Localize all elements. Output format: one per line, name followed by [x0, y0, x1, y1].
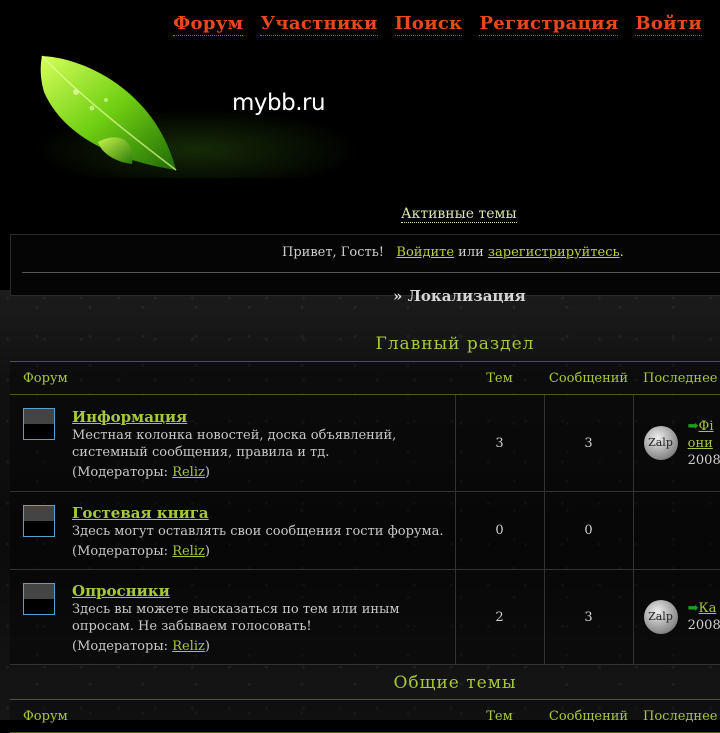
- avatar[interactable]: Zalp: [643, 600, 678, 634]
- moderator-link[interactable]: Reliz: [172, 544, 205, 559]
- forum-status-icon: [23, 505, 55, 537]
- nav-register[interactable]: Регистрация: [479, 13, 619, 36]
- login-link[interactable]: Войдите: [396, 245, 454, 260]
- last-post-date: 2008: [687, 618, 720, 633]
- nav-members[interactable]: Участники: [260, 13, 378, 36]
- topics-count: 2: [454, 569, 544, 665]
- forum-cell: Гостевая книга Здесь могут оставлять сво…: [10, 491, 455, 570]
- forum-link[interactable]: Гостевая книга: [72, 504, 209, 522]
- forum-link[interactable]: Опросники: [72, 582, 170, 600]
- col-forum: Форум: [10, 699, 455, 733]
- col-posts: Сообщений: [544, 361, 633, 395]
- category-title-general: Общие темы: [10, 673, 720, 693]
- last-post-cell: [632, 491, 720, 570]
- posts-count: 3: [543, 394, 633, 492]
- forum-link[interactable]: Информация: [72, 408, 187, 426]
- last-post-cell: Zalp ➡Ка 2008: [632, 569, 720, 665]
- nav-search[interactable]: Поиск: [394, 13, 463, 36]
- col-posts: Сообщений: [544, 699, 633, 733]
- top-navigation: Форум Участники Поиск Регистрация Войти: [173, 13, 702, 36]
- topics-count: 0: [454, 491, 544, 570]
- nav-forum[interactable]: Форум: [173, 13, 244, 36]
- site-logo[interactable]: mybb.ru: [22, 48, 362, 178]
- forum-moderators: (Модераторы: Reliz): [72, 465, 447, 480]
- register-link[interactable]: зарегистрируйтесь: [488, 245, 620, 260]
- leaf-icon: [40, 55, 177, 171]
- moderators-label: (Модераторы:: [72, 465, 173, 480]
- forum-status-icon: [23, 408, 55, 440]
- greeting-text: Привет, Гость!: [282, 245, 385, 260]
- forum-description: Здесь могут оставлять свои сообщения гос…: [72, 524, 444, 539]
- forum-description: Местная колонка новостей, доска объявлен…: [72, 428, 397, 460]
- col-forum: Форум: [10, 361, 455, 395]
- last-post-link[interactable]: Фі: [699, 419, 714, 434]
- col-topics: Тем: [455, 699, 544, 733]
- greeting-or: или: [458, 245, 484, 260]
- greeting-panel: [10, 234, 720, 296]
- forum-status-icon: [23, 583, 55, 615]
- localization-link[interactable]: » Локализация: [393, 287, 526, 305]
- forum-moderators: (Модераторы: Reliz): [72, 639, 447, 654]
- last-post-link[interactable]: Ка: [699, 601, 717, 616]
- active-topics-link[interactable]: Активные темы: [401, 206, 517, 223]
- posts-count: 0: [543, 491, 633, 570]
- table-row: Информация Местная колонка новостей, дос…: [10, 394, 720, 492]
- logo-text: mybb.ru: [232, 90, 326, 116]
- last-post-info: ➡Ка 2008: [688, 600, 720, 634]
- posts-count: 3: [543, 569, 633, 665]
- go-arrow-icon[interactable]: ➡: [688, 419, 699, 434]
- col-last: Последнее: [633, 361, 720, 395]
- forum-table-main: Форум Тем Сообщений Последнее Информация…: [10, 361, 720, 665]
- last-post-info: ➡Фі они 2008: [688, 418, 720, 469]
- table-row: Гостевая книга Здесь могут оставлять сво…: [10, 491, 720, 570]
- forum-moderators: (Модераторы: Reliz): [72, 544, 447, 559]
- forum-description: Здесь вы можете высказаться по тем или и…: [72, 602, 400, 634]
- forum-cell: Информация Местная колонка новостей, дос…: [10, 394, 455, 492]
- avatar[interactable]: Zalp: [643, 426, 678, 460]
- forum-table-general: Форум Тем Сообщений Последнее: [10, 699, 720, 733]
- greeting-line: Привет, Гость! Войдите или зарегистрируй…: [282, 245, 624, 260]
- table-row: Опросники Здесь вы можете высказаться по…: [10, 569, 720, 665]
- topics-count: 3: [454, 394, 544, 492]
- go-arrow-icon[interactable]: ➡: [688, 601, 699, 616]
- divider: [22, 272, 720, 273]
- category-title-text: Общие темы: [393, 673, 517, 693]
- moderators-close: ): [204, 544, 210, 559]
- moderators-label: (Модераторы:: [72, 639, 173, 654]
- category-title-text: Главный раздел: [375, 334, 535, 354]
- col-topics: Тем: [455, 361, 544, 395]
- forum-cell: Опросники Здесь вы можете высказаться по…: [10, 569, 455, 665]
- nav-login[interactable]: Войти: [635, 13, 702, 36]
- moderator-link[interactable]: Reliz: [172, 639, 205, 654]
- table-header: Форум Тем Сообщений Последнее: [10, 699, 720, 733]
- col-last: Последнее: [633, 699, 720, 733]
- moderators-label: (Модераторы:: [72, 544, 173, 559]
- last-post-date: 2008: [687, 452, 720, 468]
- last-post-link-2[interactable]: они: [688, 436, 713, 451]
- moderators-close: ): [204, 639, 210, 654]
- last-post-cell: Zalp ➡Фі они 2008: [632, 394, 720, 492]
- category-title-main: Главный раздел: [10, 334, 720, 354]
- moderator-link[interactable]: Reliz: [172, 465, 205, 480]
- table-header: Форум Тем Сообщений Последнее: [10, 361, 720, 395]
- greeting-dot: .: [619, 245, 624, 260]
- moderators-close: ): [204, 465, 210, 480]
